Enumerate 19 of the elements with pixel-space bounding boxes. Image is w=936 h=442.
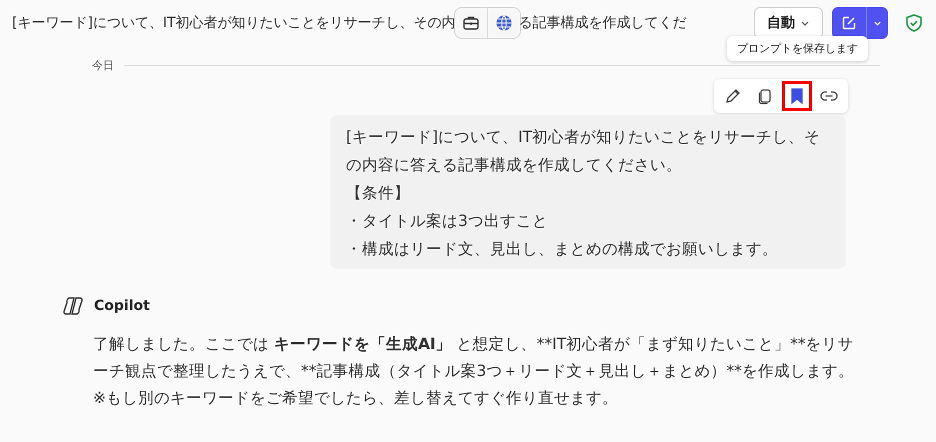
date-label: 今日	[92, 58, 114, 73]
response-text: 了解しました。ここでは キーワードを「生成AI」 と想定し、**IT初心者が「まず知りたいこと」**をリサーチ観点で整理したうえで、**記事構成（タイトル案3つ＋リード文＋見出し＋まとめ）**を作成します。	[93, 334, 855, 382]
message-text: ・タイトル案は3つ出すこと	[346, 211, 549, 232]
message-text: [キーワード]について、IT初心者が知りたいことをリサーチし、その内容に答える記事構成を作成してください。	[346, 127, 822, 176]
copilot-logo-icon	[62, 295, 84, 317]
shield-icon	[904, 13, 924, 33]
chat-title: [キーワード]について、IT初心者が知りたいことをリサーチし、その内	[12, 14, 456, 32]
new-chat-button[interactable]	[832, 7, 866, 39]
assistant-name: Copilot	[94, 298, 150, 314]
message-text: 【条件】	[346, 183, 411, 204]
mode-dropdown[interactable]: 自動	[754, 7, 823, 39]
bookmark-button[interactable]	[782, 81, 812, 111]
response-text: ※もし別のキーワードをご希望でしたら、差し替えてすぐ作り直せます。	[93, 388, 619, 409]
chat-title: る記事構成を作成してくだ	[518, 14, 687, 32]
message-text: ・構成はリード文、見出し、まとめの構成でお願いします。	[346, 239, 779, 260]
dropdown-button[interactable]	[866, 7, 888, 39]
tooltip: プロンプトを保存します	[727, 36, 868, 61]
compose-icon	[841, 15, 857, 31]
pencil-icon	[724, 87, 742, 105]
